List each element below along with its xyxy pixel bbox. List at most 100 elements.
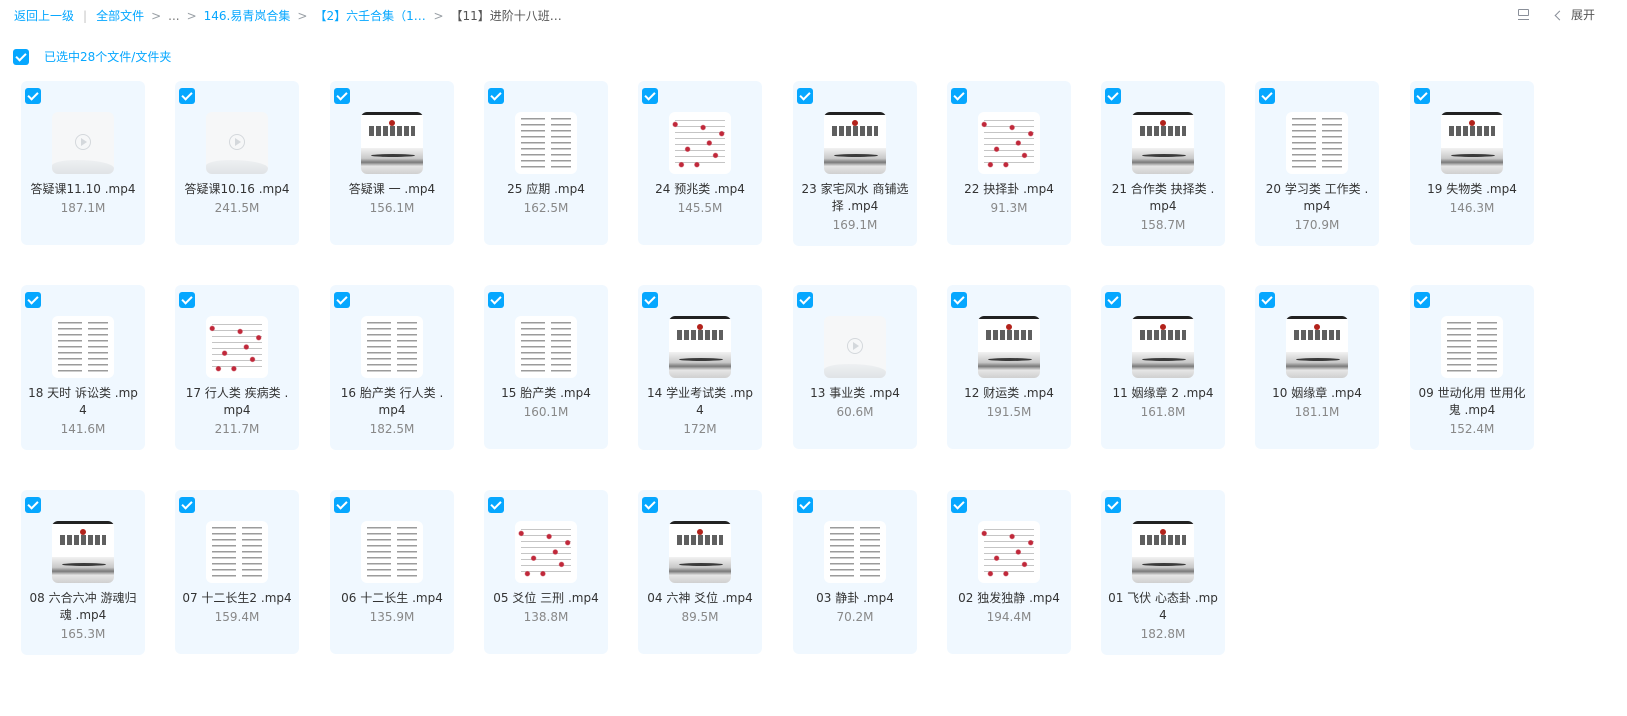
file-card[interactable]: 07 十二长生2 .mp4 159.4M bbox=[175, 490, 299, 654]
video-thumbnail[interactable] bbox=[52, 521, 114, 583]
file-name-text[interactable]: 12 财运类 .mp4 bbox=[964, 386, 1054, 400]
file-name-text[interactable]: 13 事业类 .mp4 bbox=[810, 386, 900, 400]
chevron-left-icon[interactable] bbox=[1553, 8, 1563, 22]
breadcrumb-folder-1[interactable]: 146.易青岚合集 bbox=[204, 7, 291, 24]
file-card[interactable]: 12 财运类 .mp4 191.5M bbox=[947, 285, 1071, 449]
file-name-text[interactable]: 06 十二长生 .mp4 bbox=[341, 591, 443, 605]
video-thumbnail[interactable] bbox=[52, 316, 114, 378]
video-thumbnail[interactable] bbox=[1441, 316, 1503, 378]
file-name-text[interactable]: 09 世动化用 世用化鬼 .mp4 bbox=[1419, 386, 1526, 417]
video-thumbnail[interactable] bbox=[1286, 316, 1348, 378]
video-thumbnail[interactable] bbox=[361, 316, 423, 378]
file-name-text[interactable]: 答疑课10.16 .mp4 bbox=[185, 182, 290, 196]
video-thumbnail[interactable] bbox=[669, 521, 731, 583]
file-name-text[interactable]: 01 飞伏 心态卦 .mp4 bbox=[1108, 591, 1218, 622]
file-name-text[interactable]: 答疑课 一 .mp4 bbox=[349, 182, 435, 196]
file-card[interactable]: 21 合作类 抉择类 .mp4 158.7M bbox=[1101, 81, 1225, 246]
file-name-text[interactable]: 08 六合六冲 游魂归魂 .mp4 bbox=[30, 591, 137, 622]
video-thumbnail[interactable] bbox=[1132, 316, 1194, 378]
video-thumbnail[interactable] bbox=[515, 316, 577, 378]
file-card[interactable]: 22 抉择卦 .mp4 91.3M bbox=[947, 81, 1071, 245]
file-checkbox[interactable] bbox=[25, 292, 41, 308]
video-thumbnail[interactable] bbox=[978, 112, 1040, 174]
video-thumbnail[interactable] bbox=[669, 112, 731, 174]
file-checkbox[interactable] bbox=[951, 497, 967, 513]
file-card[interactable]: 23 家宅风水 商铺选择 .mp4 169.1M bbox=[793, 81, 917, 246]
file-checkbox[interactable] bbox=[25, 88, 41, 104]
file-name-text[interactable]: 14 学业考试类 .mp4 bbox=[647, 386, 753, 417]
file-name-text[interactable]: 11 姻缘章 2 .mp4 bbox=[1112, 386, 1213, 400]
file-checkbox[interactable] bbox=[488, 292, 504, 308]
file-card[interactable]: 答疑课10.16 .mp4 241.5M bbox=[175, 81, 299, 245]
file-checkbox[interactable] bbox=[1259, 292, 1275, 308]
file-checkbox[interactable] bbox=[334, 88, 350, 104]
file-card[interactable]: 17 行人类 疾病类 .mp4 211.7M bbox=[175, 285, 299, 450]
file-checkbox[interactable] bbox=[797, 497, 813, 513]
file-card[interactable]: 15 胎产类 .mp4 160.1M bbox=[484, 285, 608, 449]
file-checkbox[interactable] bbox=[642, 88, 658, 104]
video-thumbnail[interactable] bbox=[361, 112, 423, 174]
video-thumbnail[interactable] bbox=[206, 521, 268, 583]
file-name-text[interactable]: 16 胎产类 行人类 .mp4 bbox=[341, 386, 444, 417]
file-name-text[interactable]: 答疑课11.10 .mp4 bbox=[31, 182, 136, 196]
file-name-text[interactable]: 25 应期 .mp4 bbox=[507, 182, 585, 196]
file-checkbox[interactable] bbox=[1414, 88, 1430, 104]
file-checkbox[interactable] bbox=[1414, 292, 1430, 308]
video-thumbnail[interactable] bbox=[52, 112, 114, 174]
breadcrumb-folder-2[interactable]: 【2】六壬合集（13... bbox=[314, 7, 426, 24]
file-card[interactable]: 04 六神 爻位 .mp4 89.5M bbox=[638, 490, 762, 654]
file-checkbox[interactable] bbox=[1105, 292, 1121, 308]
video-thumbnail[interactable] bbox=[824, 521, 886, 583]
file-card[interactable]: 16 胎产类 行人类 .mp4 182.5M bbox=[330, 285, 454, 450]
file-name-text[interactable]: 05 爻位 三刑 .mp4 bbox=[493, 591, 598, 605]
video-thumbnail[interactable] bbox=[824, 112, 886, 174]
expand-button[interactable]: 展开 bbox=[1571, 6, 1595, 23]
file-name-text[interactable]: 19 失物类 .mp4 bbox=[1427, 182, 1517, 196]
file-card[interactable]: 05 爻位 三刑 .mp4 138.8M bbox=[484, 490, 608, 654]
file-name-text[interactable]: 21 合作类 抉择类 .mp4 bbox=[1112, 182, 1215, 213]
file-checkbox[interactable] bbox=[642, 497, 658, 513]
file-checkbox[interactable] bbox=[488, 88, 504, 104]
file-checkbox[interactable] bbox=[1259, 88, 1275, 104]
file-card[interactable]: 19 失物类 .mp4 146.3M bbox=[1410, 81, 1534, 245]
file-checkbox[interactable] bbox=[179, 497, 195, 513]
video-thumbnail[interactable] bbox=[1441, 112, 1503, 174]
file-checkbox[interactable] bbox=[797, 88, 813, 104]
file-card[interactable]: 01 飞伏 心态卦 .mp4 182.8M bbox=[1101, 490, 1225, 655]
video-thumbnail[interactable] bbox=[978, 316, 1040, 378]
video-thumbnail[interactable] bbox=[206, 112, 268, 174]
file-card[interactable]: 08 六合六冲 游魂归魂 .mp4 165.3M bbox=[21, 490, 145, 655]
file-card[interactable]: 06 十二长生 .mp4 135.9M bbox=[330, 490, 454, 654]
video-thumbnail[interactable] bbox=[824, 316, 886, 378]
file-checkbox[interactable] bbox=[797, 292, 813, 308]
video-thumbnail[interactable] bbox=[361, 521, 423, 583]
file-card[interactable]: 09 世动化用 世用化鬼 .mp4 152.4M bbox=[1410, 285, 1534, 450]
file-card[interactable]: 11 姻缘章 2 .mp4 161.8M bbox=[1101, 285, 1225, 449]
file-name-text[interactable]: 04 六神 爻位 .mp4 bbox=[647, 591, 752, 605]
video-thumbnail[interactable] bbox=[978, 521, 1040, 583]
file-card[interactable]: 18 天时 诉讼类 .mp4 141.6M bbox=[21, 285, 145, 450]
file-checkbox[interactable] bbox=[951, 292, 967, 308]
file-card[interactable]: 03 静卦 .mp4 70.2M bbox=[793, 490, 917, 654]
video-thumbnail[interactable] bbox=[1132, 521, 1194, 583]
file-card[interactable]: 24 预兆类 .mp4 145.5M bbox=[638, 81, 762, 245]
file-card[interactable]: 25 应期 .mp4 162.5M bbox=[484, 81, 608, 245]
video-thumbnail[interactable] bbox=[206, 316, 268, 378]
file-checkbox[interactable] bbox=[1105, 88, 1121, 104]
video-thumbnail[interactable] bbox=[515, 112, 577, 174]
file-checkbox[interactable] bbox=[179, 292, 195, 308]
file-checkbox[interactable] bbox=[334, 292, 350, 308]
video-thumbnail[interactable] bbox=[1286, 112, 1348, 174]
file-name-text[interactable]: 07 十二长生2 .mp4 bbox=[182, 591, 291, 605]
file-checkbox[interactable] bbox=[179, 88, 195, 104]
file-checkbox[interactable] bbox=[488, 497, 504, 513]
file-name-text[interactable]: 20 学习类 工作类 .mp4 bbox=[1266, 182, 1369, 213]
back-link[interactable]: 返回上一级 bbox=[14, 7, 74, 24]
file-card[interactable]: 13 事业类 .mp4 60.6M bbox=[793, 285, 917, 449]
breadcrumb-all-files[interactable]: 全部文件 bbox=[96, 7, 144, 24]
file-card[interactable]: 答疑课 一 .mp4 156.1M bbox=[330, 81, 454, 245]
video-thumbnail[interactable] bbox=[669, 316, 731, 378]
video-thumbnail[interactable] bbox=[1132, 112, 1194, 174]
file-card[interactable]: 10 姻缘章 .mp4 181.1M bbox=[1255, 285, 1379, 449]
file-checkbox[interactable] bbox=[334, 497, 350, 513]
